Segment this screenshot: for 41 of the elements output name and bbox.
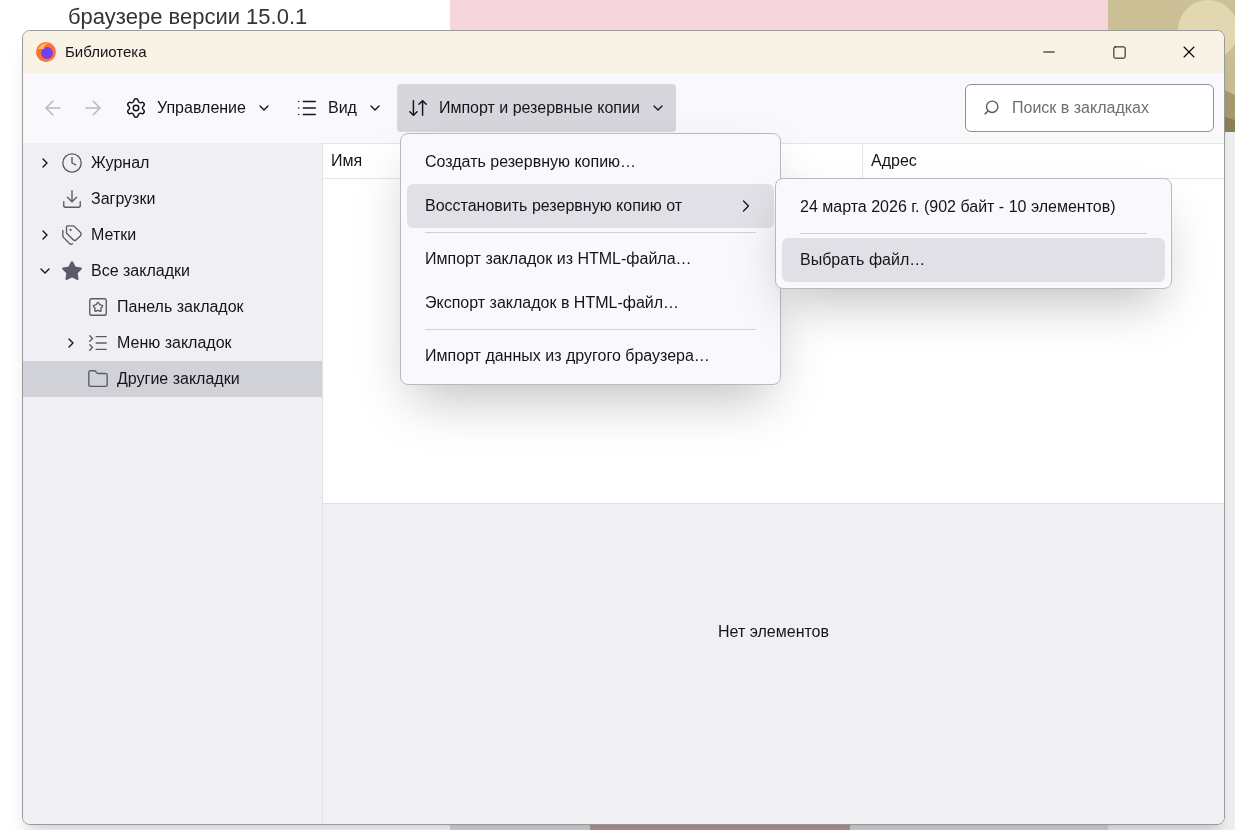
window-title: Библиотека	[65, 41, 147, 62]
page-heading: браузере версии 15.0.1	[68, 3, 309, 31]
download-icon	[61, 188, 83, 210]
menu-item[interactable]: Выбрать файл…	[782, 238, 1165, 282]
sidebar-item[interactable]: Панель закладок	[23, 289, 322, 325]
empty-message: Нет элементов	[718, 622, 829, 642]
toolbar-menu-button[interactable]: Вид	[285, 84, 393, 132]
sidebar-item[interactable]: Метки	[23, 217, 322, 253]
submenu-item[interactable]: Восстановить резервную копию от	[407, 184, 774, 228]
item-label: Журнал	[91, 153, 150, 173]
star-box-icon	[87, 296, 109, 318]
menu-item[interactable]: Импорт данных из другого браузера…	[407, 334, 774, 378]
menu-item[interactable]: Импорт закладок из HTML-файла…	[407, 237, 774, 281]
sidebar-item[interactable]: Все закладки	[23, 253, 322, 289]
sidebar-item[interactable]: Журнал	[23, 145, 322, 181]
menu-item[interactable]: Экспорт закладок в HTML-файл…	[407, 281, 774, 325]
toolbar-menu-button[interactable]: Импорт и резервные копии	[396, 84, 676, 132]
star-icon	[61, 260, 83, 282]
maximize-icon[interactable]	[1111, 44, 1127, 60]
clock-icon	[61, 152, 83, 174]
tag-icon	[61, 224, 83, 246]
item-label: Панель закладок	[117, 297, 244, 317]
item-label: Меню закладок	[117, 333, 232, 353]
sort-arrows-icon	[406, 97, 429, 119]
item-label: Метки	[91, 225, 137, 245]
search-field[interactable]: Поиск в закладках	[965, 84, 1214, 132]
sidebar-item[interactable]: Другие закладки	[23, 361, 322, 397]
item-label: Все закладки	[91, 261, 190, 281]
toolbar-menu-button[interactable]: Управление	[115, 84, 282, 132]
column-header[interactable]: Адрес	[863, 144, 1224, 178]
item-label: Другие закладки	[117, 369, 240, 389]
sidebar-item[interactable]: Меню закладок	[23, 325, 322, 361]
folder-icon	[87, 368, 109, 390]
browser-logo-icon	[35, 41, 57, 63]
sidebar-item[interactable]: Загрузки	[23, 181, 322, 217]
settings-icon	[125, 97, 147, 119]
list-icon	[87, 332, 109, 354]
menu-item[interactable]: Создать резервную копию…	[407, 140, 774, 184]
menu-item[interactable]: 24 марта 2026 г. (902 байт - 10 элементов)	[782, 185, 1165, 229]
item-label: Загрузки	[91, 189, 156, 209]
search-icon	[983, 99, 1000, 116]
